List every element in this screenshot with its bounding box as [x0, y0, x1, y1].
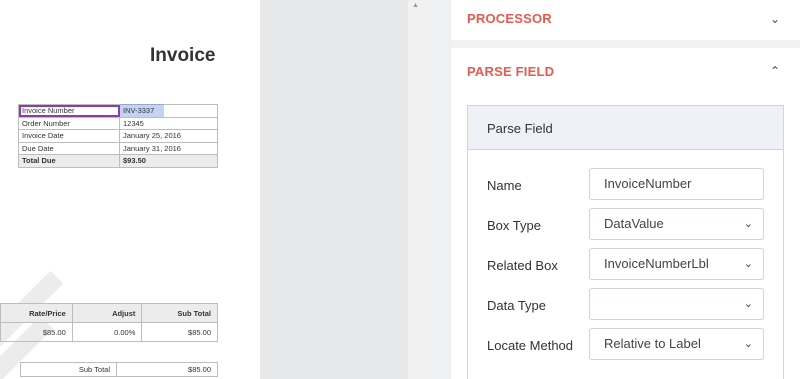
- due-date-value: January 31, 2016: [119, 141, 218, 155]
- card-title: Parse Field: [468, 106, 783, 150]
- pane-divider: [423, 0, 451, 379]
- invoice-meta-table: Invoice Number INV-3337 Order Number 123…: [18, 104, 218, 168]
- data-type-select[interactable]: ⌄: [589, 288, 764, 320]
- parse-field-card: Parse Field Name InvoiceNumber Box Type …: [467, 105, 784, 379]
- table-header-row: Rate/Price Adjust Sub Total: [0, 303, 218, 323]
- table-cell: $85.00: [141, 322, 218, 342]
- line-items-table: Rate/Price Adjust Sub Total $85.00 0.00%…: [0, 303, 218, 342]
- table-row: $85.00 0.00% $85.00: [0, 322, 218, 342]
- section-title[interactable]: PARSE FIELD: [467, 64, 554, 79]
- order-number-label: Order Number: [18, 116, 120, 130]
- table-cell: $85.00: [0, 322, 73, 342]
- table-row: Invoice Number INV-3337: [18, 104, 218, 118]
- properties-panel: PROCESSOR ⌄ PARSE FIELD ⌃ Parse Field Na…: [451, 0, 800, 379]
- related-box-select[interactable]: InvoiceNumberLbl ⌄: [589, 248, 764, 280]
- box-type-row: Box Type DataValue ⌄: [487, 208, 767, 240]
- due-date-label: Due Date: [18, 141, 120, 155]
- chevron-down-icon: ⌄: [743, 338, 753, 350]
- column-header: Rate/Price: [0, 303, 73, 323]
- table-row: Due Date January 31, 2016: [18, 141, 218, 155]
- chevron-down-icon: ⌄: [743, 258, 753, 270]
- field-label: Name: [487, 178, 522, 193]
- locate-method-select[interactable]: Relative to Label ⌄: [589, 328, 764, 360]
- invoice-date-label: Invoice Date: [18, 129, 120, 143]
- parse-field-section: PARSE FIELD ⌃ Parse Field Name InvoiceNu…: [451, 48, 800, 379]
- select-value: DataValue: [604, 216, 664, 231]
- order-number-value: 12345: [119, 116, 218, 130]
- field-label: Related Box: [487, 258, 558, 273]
- section-title: PROCESSOR: [467, 11, 552, 26]
- table-row: Invoice Date January 25, 2016: [18, 129, 218, 143]
- processor-section-header[interactable]: PROCESSOR ⌄: [451, 0, 800, 40]
- select-value: Relative to Label: [604, 336, 701, 351]
- field-label: Box Type: [487, 218, 541, 233]
- input-value: InvoiceNumber: [604, 176, 692, 191]
- document-title: Invoice: [150, 45, 216, 66]
- field-label: Data Type: [487, 298, 547, 313]
- select-value: InvoiceNumberLbl: [604, 256, 709, 271]
- document-preview: Invoice Invoice Number INV-3337 Order Nu…: [0, 0, 260, 379]
- column-header: Sub Total: [141, 303, 218, 323]
- chevron-down-icon: ⌄: [743, 298, 753, 310]
- scroll-up-arrow-icon[interactable]: ▲: [408, 2, 423, 9]
- vertical-scrollbar[interactable]: ▲: [408, 0, 423, 379]
- table-cell: 0.00%: [71, 322, 143, 342]
- subtotal-label: Sub Total: [20, 362, 117, 377]
- locate-method-row: Locate Method Relative to Label ⌄: [487, 328, 767, 360]
- invoice-number-label-box[interactable]: Invoice Number: [18, 104, 120, 118]
- field-label: Locate Method: [487, 338, 574, 353]
- total-due-value: $93.50: [119, 154, 218, 168]
- subtotal-value: $85.00: [116, 362, 218, 377]
- box-type-select[interactable]: DataValue ⌄: [589, 208, 764, 240]
- table-row: Order Number 12345: [18, 116, 218, 130]
- data-type-row: Data Type ⌄: [487, 288, 767, 320]
- chevron-down-icon[interactable]: ⌄: [770, 12, 780, 26]
- invoice-date-value: January 25, 2016: [119, 129, 218, 143]
- chevron-down-icon: ⌄: [743, 218, 753, 230]
- invoice-number-value-box[interactable]: INV-3337: [119, 104, 218, 118]
- name-input[interactable]: InvoiceNumber: [589, 168, 764, 200]
- table-row: Total Due $93.50: [18, 154, 218, 168]
- total-due-label: Total Due: [18, 154, 120, 168]
- chevron-up-icon[interactable]: ⌃: [770, 64, 780, 78]
- related-box-row: Related Box InvoiceNumberLbl ⌄: [487, 248, 767, 280]
- column-header: Adjust: [71, 303, 143, 323]
- table-row: Sub Total $85.00: [20, 362, 218, 377]
- subtotal-table: Sub Total $85.00: [20, 362, 218, 377]
- canvas-background: [260, 0, 408, 379]
- name-row: Name InvoiceNumber: [487, 168, 767, 200]
